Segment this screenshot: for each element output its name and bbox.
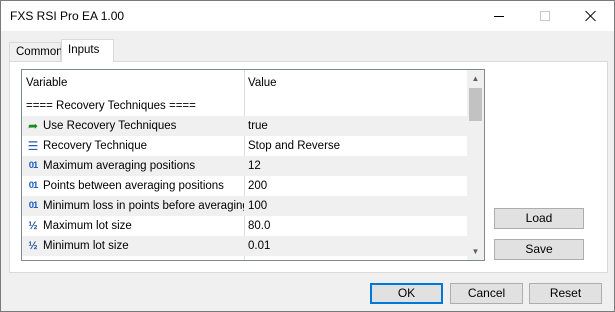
ea-properties-dialog: FXS RSI Pro EA 1.00 Common Inputs Variab… bbox=[0, 0, 615, 312]
inputs-grid: Variable Value ==== Recovery Techniques … bbox=[21, 69, 485, 261]
grid-header: Variable Value bbox=[22, 70, 467, 96]
tab-inputs[interactable]: Inputs bbox=[61, 39, 114, 62]
minimize-icon bbox=[494, 15, 504, 17]
vertical-scrollbar[interactable]: ▲ ▼ bbox=[467, 70, 484, 260]
column-header-variable[interactable]: Variable bbox=[26, 70, 244, 96]
row-variable: Points between averaging positions bbox=[43, 180, 224, 193]
row-value[interactable]: true bbox=[248, 116, 463, 136]
row-variable: Minimum lot size bbox=[43, 240, 129, 253]
scroll-down-icon[interactable]: ▼ bbox=[467, 243, 484, 260]
table-row[interactable]: ➦ Use Recovery Techniques true bbox=[22, 116, 467, 136]
row-variable: Maximum averaging positions bbox=[43, 160, 196, 173]
row-variable: Recovery Technique bbox=[43, 140, 147, 153]
row-value[interactable]: 80.0 bbox=[248, 216, 463, 236]
close-icon bbox=[585, 10, 597, 22]
ok-button[interactable]: OK bbox=[370, 283, 443, 304]
row-value[interactable]: Stop and Reverse bbox=[248, 136, 463, 156]
reset-button[interactable]: Reset bbox=[529, 283, 602, 304]
load-button[interactable]: Load bbox=[494, 208, 584, 229]
table-row[interactable]: ½ Maximum lot size 80.0 bbox=[22, 216, 467, 236]
integer-icon: 01 bbox=[28, 200, 39, 211]
double-fraction-icon: ½ bbox=[28, 240, 38, 252]
table-row[interactable]: 01 Maximum averaging positions 12 bbox=[22, 156, 467, 176]
row-variable: Use Recovery Techniques bbox=[43, 120, 177, 133]
table-row[interactable]: ½ Minimum lot size 0.01 bbox=[22, 236, 467, 256]
row-variable: Maximum lot size bbox=[43, 220, 132, 233]
close-button[interactable] bbox=[568, 1, 614, 31]
title-bar[interactable]: FXS RSI Pro EA 1.00 bbox=[1, 1, 614, 31]
row-value[interactable]: 200 bbox=[248, 176, 463, 196]
table-row[interactable]: ☰ Recovery Technique Stop and Reverse bbox=[22, 136, 467, 156]
scroll-thumb[interactable] bbox=[469, 88, 482, 121]
table-row[interactable]: 01 Minimum loss in points before averagin… bbox=[22, 196, 467, 216]
minimize-button[interactable] bbox=[476, 1, 522, 31]
section-row: ==== Recovery Techniques ==== bbox=[22, 96, 467, 116]
column-header-value[interactable]: Value bbox=[248, 70, 463, 96]
integer-icon: 01 bbox=[28, 180, 39, 191]
row-value[interactable]: 12 bbox=[248, 156, 463, 176]
table-row[interactable]: 01 Points between averaging positions 200 bbox=[22, 176, 467, 196]
section-title: ==== Recovery Techniques ==== bbox=[26, 100, 196, 112]
maximize-button bbox=[522, 1, 568, 31]
inputs-panel: Variable Value ==== Recovery Techniques … bbox=[9, 61, 608, 273]
integer-icon: 01 bbox=[28, 160, 39, 171]
row-value[interactable]: 0.01 bbox=[248, 236, 463, 256]
cancel-button[interactable]: Cancel bbox=[450, 283, 523, 304]
bool-arrow-icon: ➦ bbox=[27, 119, 39, 133]
window-title: FXS RSI Pro EA 1.00 bbox=[10, 9, 125, 23]
row-variable: Minimum loss in points before averaging bbox=[43, 200, 244, 213]
enum-list-icon: ☰ bbox=[27, 139, 39, 153]
double-fraction-icon: ½ bbox=[28, 220, 38, 232]
tab-common[interactable]: Common bbox=[9, 42, 63, 62]
save-button[interactable]: Save bbox=[494, 239, 584, 260]
scroll-up-icon[interactable]: ▲ bbox=[467, 70, 484, 87]
maximize-icon bbox=[540, 11, 550, 21]
row-value[interactable]: 100 bbox=[248, 196, 463, 216]
